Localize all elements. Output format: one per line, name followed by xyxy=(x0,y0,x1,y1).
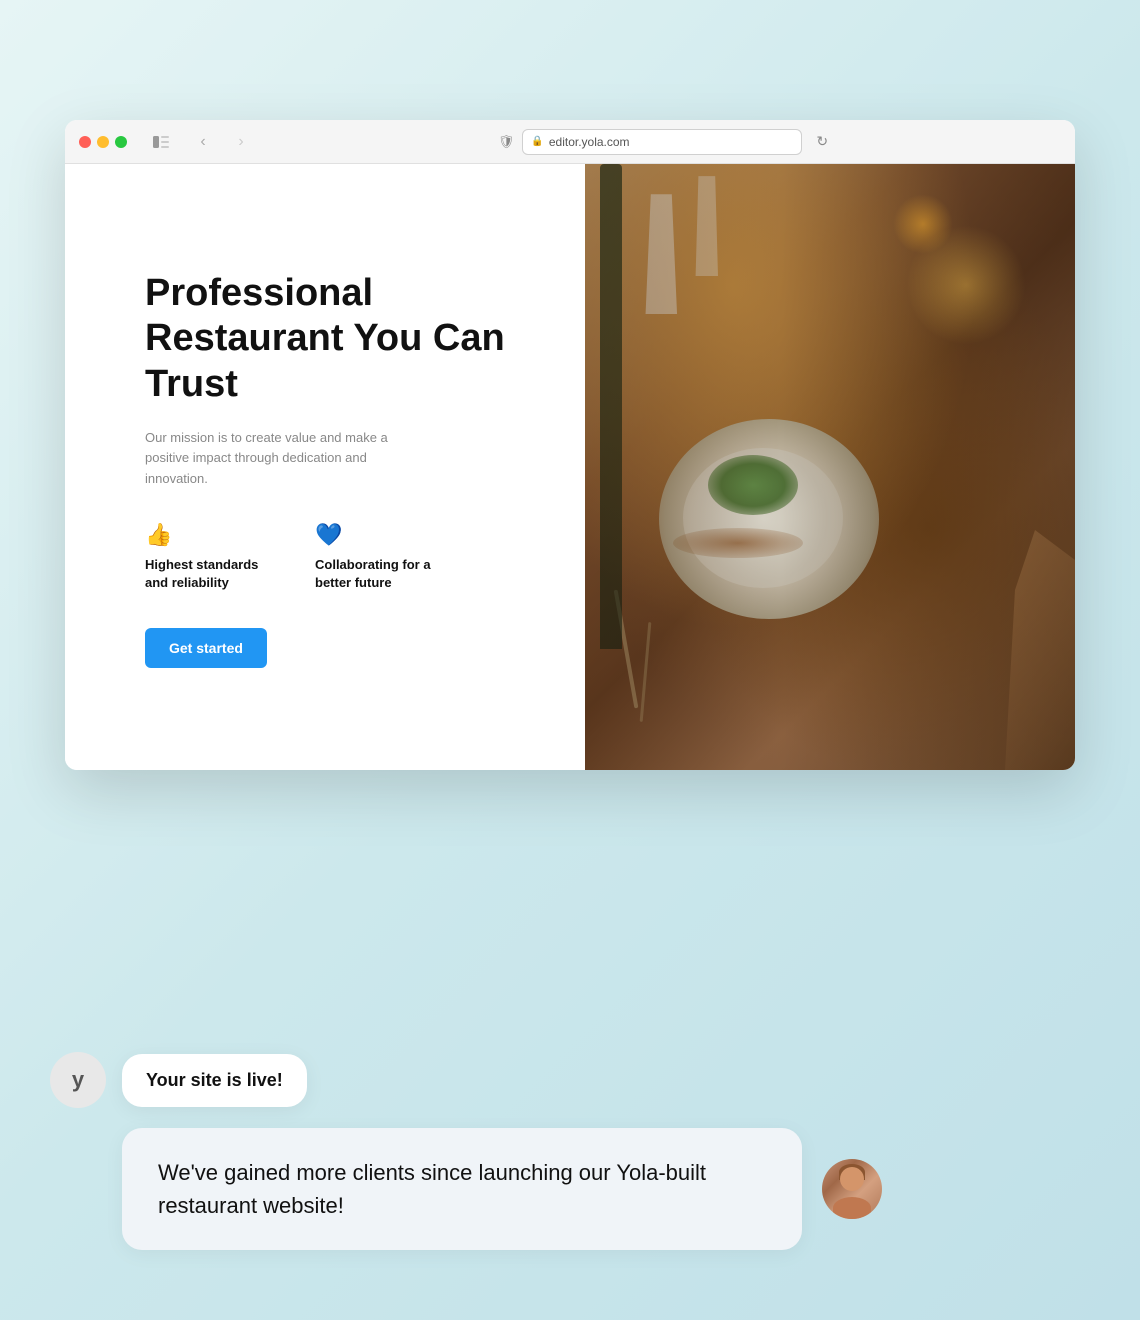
feature-1-label: Highest standards and reliability xyxy=(145,556,275,592)
browser-chrome: ‹ › 🛡 🔒 editor.yola.com ↻ xyxy=(65,120,1075,164)
right-panel xyxy=(585,164,1075,770)
traffic-light-yellow[interactable] xyxy=(97,136,109,148)
refresh-button[interactable]: ↻ xyxy=(816,133,828,150)
yola-avatar: y xyxy=(50,1052,106,1108)
hero-title: Professional Restaurant You Can Trust xyxy=(145,271,535,408)
features-row: 👍 Highest standards and reliability 💙 Co… xyxy=(145,522,535,592)
browser-content: Professional Restaurant You Can Trust Ou… xyxy=(65,164,1075,770)
avatar-head xyxy=(840,1167,864,1191)
feature-2: 💙 Collaborating for a better future xyxy=(315,522,445,592)
traffic-light-red[interactable] xyxy=(79,136,91,148)
testimonial-bubble: We've gained more clients since launchin… xyxy=(122,1128,802,1250)
site-live-row: y Your site is live! xyxy=(50,1052,1090,1108)
site-live-bubble: Your site is live! xyxy=(122,1054,307,1107)
feature-1: 👍 Highest standards and reliability xyxy=(145,522,275,592)
get-started-button[interactable]: Get started xyxy=(145,628,267,668)
chat-section: y Your site is live! We've gained more c… xyxy=(50,1052,1090,1250)
traffic-lights xyxy=(79,136,127,148)
yola-avatar-letter: y xyxy=(72,1067,84,1093)
security-icon-area: 🛡 xyxy=(498,134,515,150)
traffic-light-green[interactable] xyxy=(115,136,127,148)
hero-subtitle: Our mission is to create value and make … xyxy=(145,428,405,490)
dark-overlay xyxy=(585,164,1075,770)
avatar-body xyxy=(833,1197,871,1219)
feature-2-label: Collaborating for a better future xyxy=(315,556,445,592)
address-bar-container: 🛡 🔒 editor.yola.com ↻ xyxy=(265,129,1061,155)
browser-window: ‹ › 🛡 🔒 editor.yola.com ↻ Professional R… xyxy=(65,120,1075,770)
site-live-text: Your site is live! xyxy=(146,1070,283,1090)
forward-button[interactable]: › xyxy=(227,131,255,153)
lock-icon: 🔒 xyxy=(531,136,543,147)
url-text: editor.yola.com xyxy=(549,135,630,149)
testimonial-row: We've gained more clients since launchin… xyxy=(122,1128,1090,1250)
thumbsup-icon: 👍 xyxy=(145,522,275,548)
left-panel: Professional Restaurant You Can Trust Ou… xyxy=(65,164,585,770)
wine-bottle xyxy=(600,164,622,649)
heart-icon: 💙 xyxy=(315,522,445,548)
testimonial-text: We've gained more clients since launchin… xyxy=(158,1160,706,1218)
sidebar-toggle-btn[interactable] xyxy=(147,131,175,153)
back-button[interactable]: ‹ xyxy=(189,131,217,153)
user-avatar xyxy=(822,1159,882,1219)
address-bar[interactable]: 🔒 editor.yola.com xyxy=(522,129,802,155)
food-image xyxy=(585,164,1075,770)
